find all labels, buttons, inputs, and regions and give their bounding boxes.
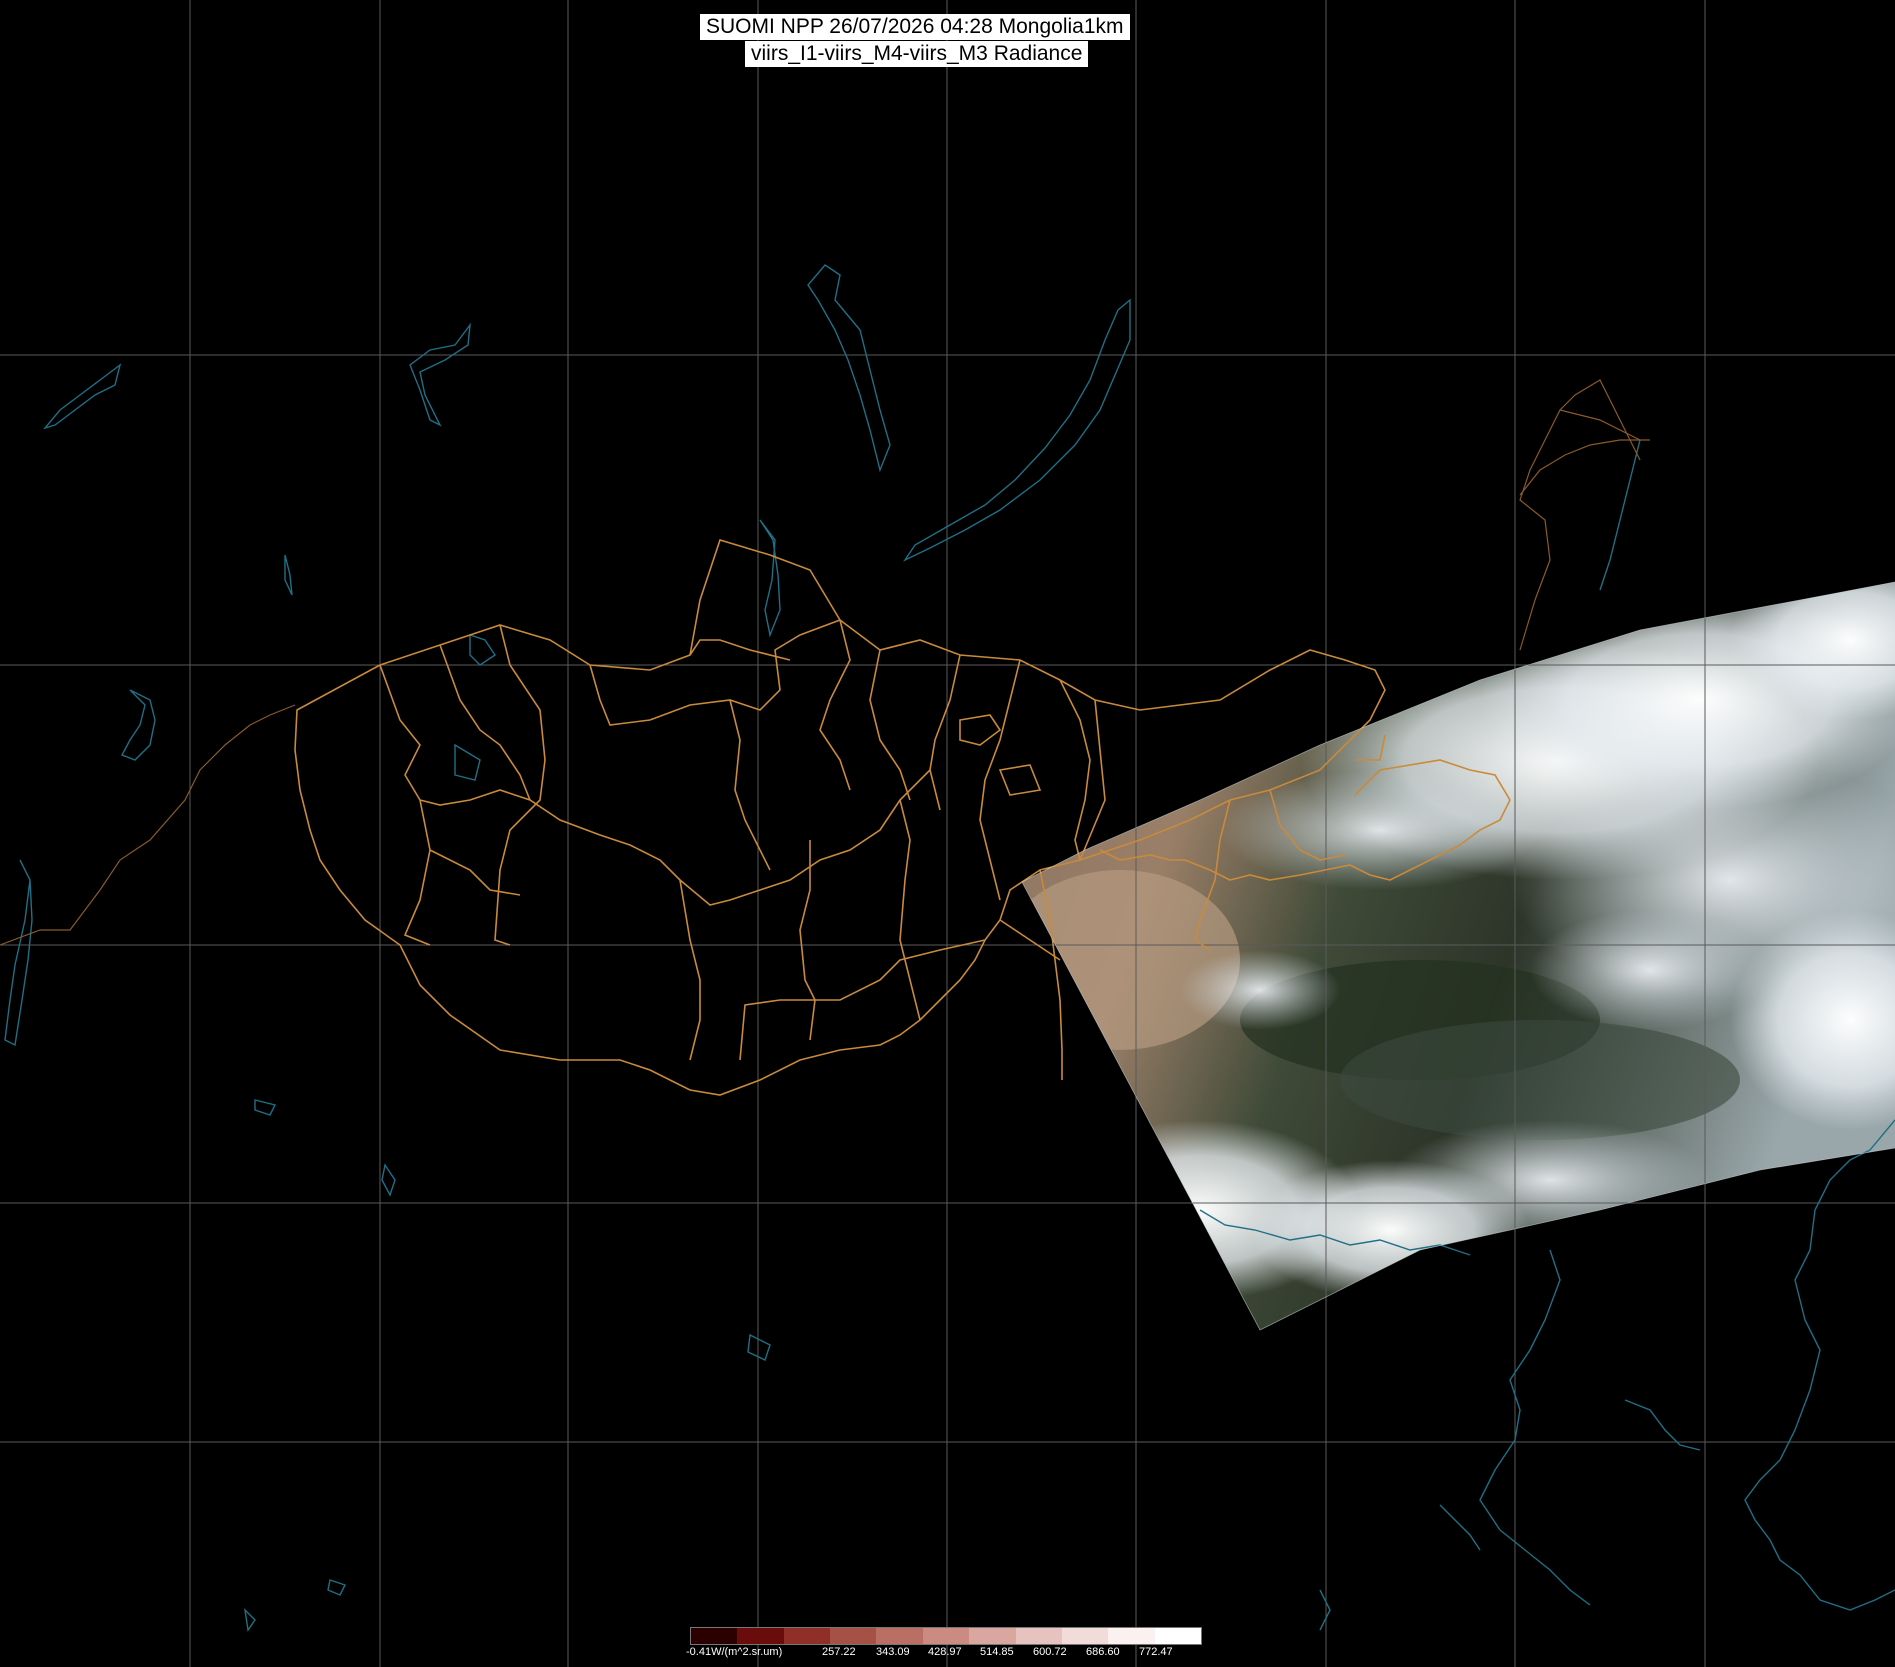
colorbar-swatch <box>1015 1628 1062 1644</box>
map-canvas <box>0 0 1895 1667</box>
colorbar-tick-label: 600.72 <box>1033 1646 1067 1658</box>
colorbar-swatch <box>1061 1628 1109 1644</box>
colorbar-tick-label: 428.97 <box>928 1646 962 1658</box>
map-title-line-1: SUOMI NPP 26/07/2026 04:28 Mongolia1km <box>700 14 1130 40</box>
colorbar-swatch <box>830 1628 877 1644</box>
map-title-line-2: viirs_I1-viirs_M4-viirs_M3 Radiance <box>745 41 1089 67</box>
colorbar-swatch <box>737 1628 784 1644</box>
colorbar-swatch <box>876 1628 923 1644</box>
colorbar-tick-label: 514.85 <box>980 1646 1014 1658</box>
colorbar-swatch <box>783 1628 831 1644</box>
colorbar-tick-label: 343.09 <box>876 1646 910 1658</box>
colorbar-swatch <box>1154 1628 1201 1644</box>
colorbar-tick-label: 257.22 <box>822 1646 856 1658</box>
colorbar-labels: -0.41W/(m^2.sr.um) 257.22 343.09 428.97 514.… <box>686 1645 1202 1659</box>
colorbar-swatch <box>922 1628 970 1644</box>
colorbar-swatch <box>691 1628 738 1644</box>
colorbar-swatch <box>1108 1628 1155 1644</box>
colorbar-tick-label: 772.47 <box>1139 1646 1173 1658</box>
colorbar-legend: -0.41W/(m^2.sr.um) 257.22 343.09 428.97 514.… <box>686 1627 1202 1659</box>
colorbar-tick-label: -0.41W/(m^2.sr.um) <box>686 1646 783 1658</box>
colorbar-swatch <box>969 1628 1016 1644</box>
colorbar-strip <box>690 1627 1202 1645</box>
colorbar-tick-label: 686.60 <box>1086 1646 1120 1658</box>
